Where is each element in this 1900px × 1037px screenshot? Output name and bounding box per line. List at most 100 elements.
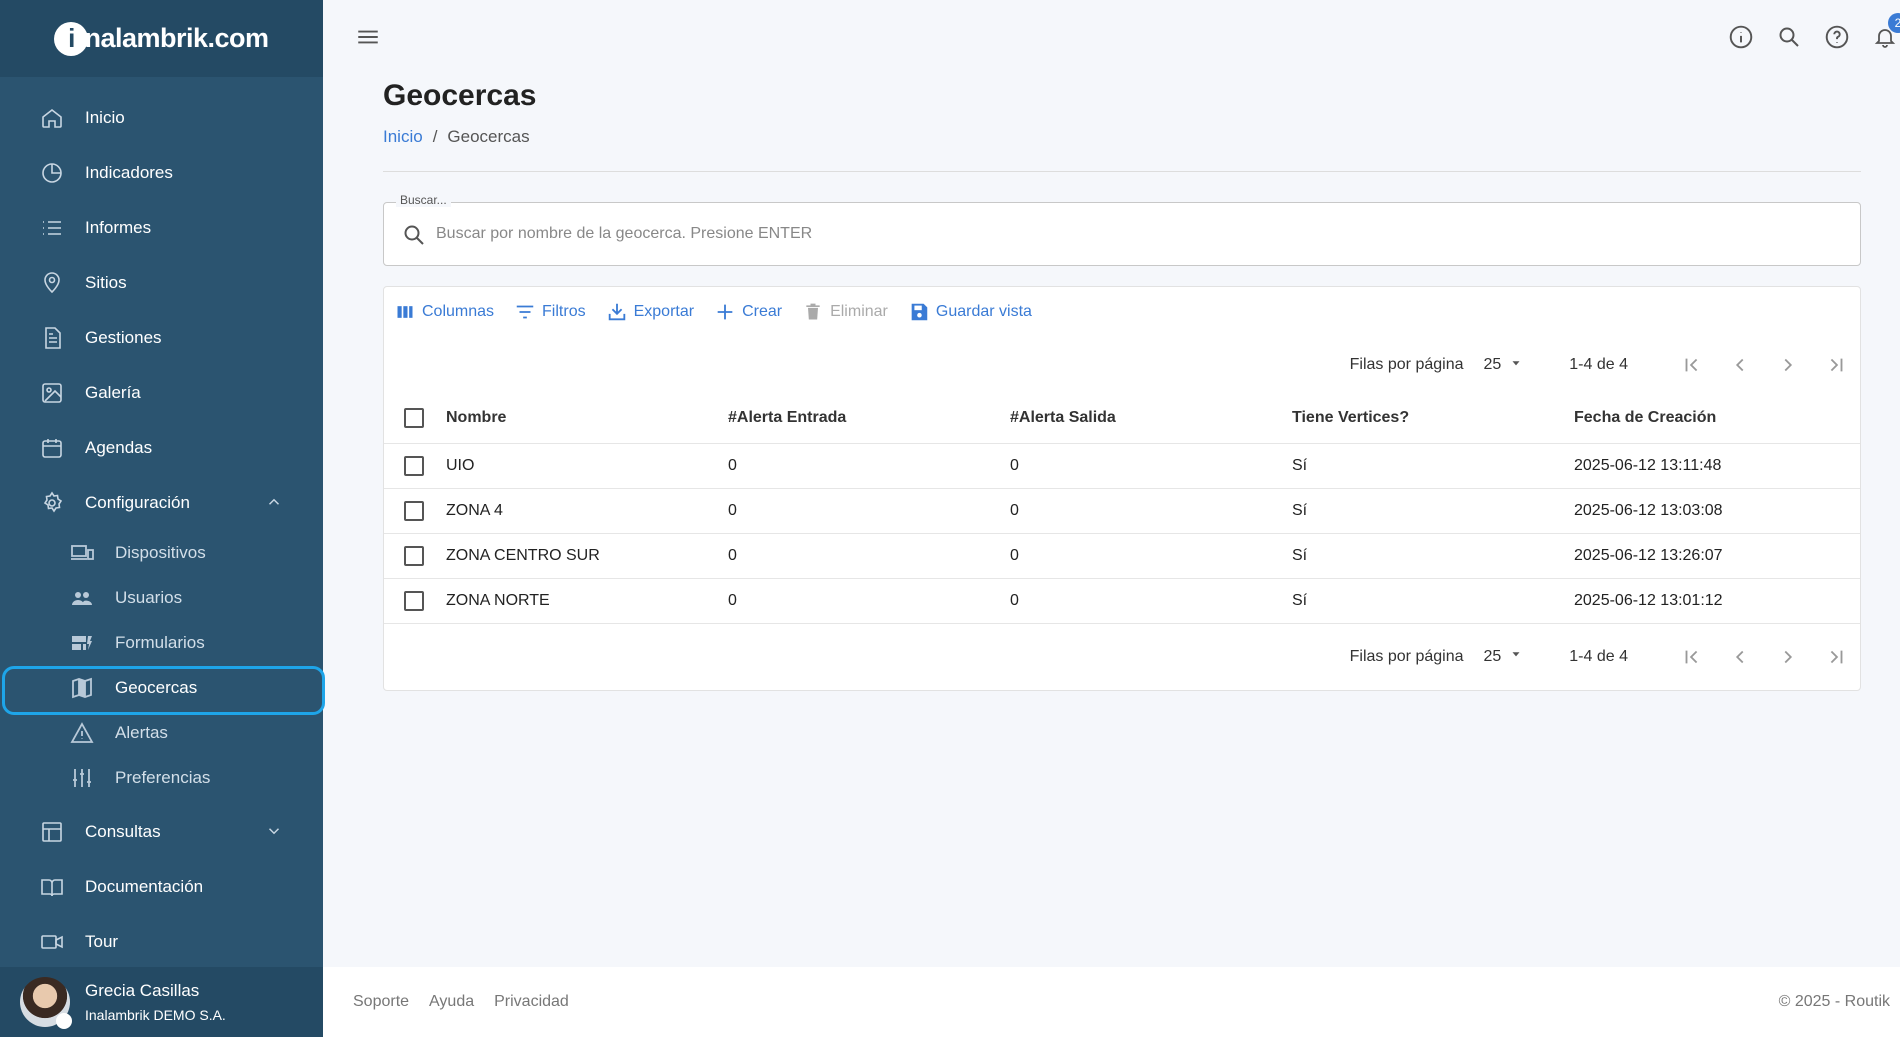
user-profile[interactable]: Grecia Casillas Inalambrik DEMO S.A. — [0, 967, 323, 1037]
sidebar-item-gestiones[interactable]: Gestiones — [0, 310, 323, 365]
last-page-icon[interactable] — [1822, 351, 1850, 379]
footer-link-privacidad[interactable]: Privacidad — [494, 993, 569, 1011]
download-icon — [606, 301, 628, 323]
rows-per-page-value: 25 — [1483, 356, 1502, 373]
cell-name: UIO — [446, 443, 728, 489]
column-header-alert-out[interactable]: #Alerta Salida — [1010, 393, 1292, 444]
table-row[interactable]: UIO 0 0 Sí 2025-06-12 13:11:48 — [384, 443, 1860, 489]
gear-icon — [40, 491, 64, 515]
sidebar-item-galeria[interactable]: Galería — [0, 365, 323, 420]
dropdown-arrow-icon — [1509, 356, 1523, 375]
sidebar-item-agendas[interactable]: Agendas — [0, 420, 323, 475]
sidebar-item-label: Sitios — [85, 272, 127, 292]
column-header-alert-in[interactable]: #Alerta Entrada — [728, 393, 1010, 444]
breadcrumb-current: Geocercas — [447, 127, 530, 146]
columns-button-label: Columnas — [422, 303, 495, 320]
geofence-table: Nombre #Alerta Entrada #Alerta Salida Ti… — [384, 393, 1860, 624]
row-checkbox[interactable] — [404, 590, 424, 611]
sidebar-subitem-preferencias[interactable]: Preferencias — [0, 755, 323, 800]
cell-created: 2025-06-12 13:26:07 — [1574, 533, 1860, 579]
sidebar-subitem-alertas[interactable]: Alertas — [0, 710, 323, 755]
previous-page-icon[interactable] — [1726, 643, 1754, 671]
first-page-icon[interactable] — [1678, 351, 1706, 379]
user-name: Grecia Casillas — [85, 981, 200, 1000]
columns-button[interactable]: Columnas — [390, 297, 498, 327]
row-checkbox[interactable] — [404, 500, 424, 521]
column-header-vertices[interactable]: Tiene Vertices? — [1292, 393, 1574, 444]
avatar — [20, 977, 72, 1029]
chevron-down-icon — [265, 822, 283, 840]
cell-vertices: Sí — [1292, 533, 1574, 579]
hamburger-menu-icon[interactable] — [355, 24, 383, 50]
people-icon — [70, 586, 94, 610]
pie-chart-icon — [40, 161, 64, 185]
sidebar-item-configuracion[interactable]: Configuración — [0, 475, 323, 530]
breadcrumb-separator: / — [432, 127, 438, 146]
logo-i-mark: i — [54, 21, 89, 56]
delete-button[interactable]: Eliminar — [798, 297, 892, 327]
save-view-button-label: Guardar vista — [935, 303, 1032, 320]
search-icon[interactable] — [1774, 22, 1804, 52]
image-icon — [40, 381, 64, 405]
next-page-icon[interactable] — [1774, 351, 1802, 379]
select-all-checkbox[interactable] — [404, 407, 424, 428]
footer-link-ayuda[interactable]: Ayuda — [429, 993, 474, 1011]
footer: Soporte Ayuda Privacidad © 2025 - Routik — [323, 967, 1900, 1037]
sidebar-subitem-usuarios[interactable]: Usuarios — [0, 575, 323, 620]
dropdown-arrow-icon — [1509, 647, 1523, 666]
select-all-cell — [384, 393, 446, 444]
cell-alert-out: 0 — [1010, 533, 1292, 579]
footer-copyright: © 2025 - Routik — [1778, 993, 1890, 1010]
row-checkbox[interactable] — [404, 545, 424, 566]
rows-per-page-select[interactable]: 25 — [1483, 356, 1523, 375]
cell-alert-out: 0 — [1010, 443, 1292, 489]
sidebar-item-label: Tour — [85, 931, 119, 951]
sidebar-subitem-formularios[interactable]: Formularios — [0, 620, 323, 665]
sidebar-item-tour[interactable]: Tour — [0, 914, 323, 969]
sidebar-subitem-label: Geocercas — [115, 677, 198, 697]
sidebar-item-inicio[interactable]: Inicio — [0, 90, 323, 145]
filter-icon — [514, 301, 536, 323]
table-row[interactable]: ZONA 4 0 0 Sí 2025-06-12 13:03:08 — [384, 488, 1860, 534]
sidebar-item-sitios[interactable]: Sitios — [0, 255, 323, 310]
sidebar-item-documentacion[interactable]: Documentación — [0, 859, 323, 914]
sidebar-subitem-label: Dispositivos — [115, 542, 206, 562]
rows-per-page-value: 25 — [1483, 647, 1502, 665]
search-input[interactable] — [436, 203, 1836, 265]
sidebar-subitem-dispositivos[interactable]: Dispositivos — [0, 530, 323, 575]
column-header-name[interactable]: Nombre — [446, 393, 728, 444]
export-button[interactable]: Exportar — [602, 297, 698, 327]
cell-name: ZONA 4 — [446, 488, 728, 534]
notification-bell-icon[interactable]: 2 — [1870, 13, 1900, 52]
table-row[interactable]: ZONA NORTE 0 0 Sí 2025-06-12 13:01:12 — [384, 578, 1860, 624]
rows-per-page-label: Filas por página — [1349, 356, 1464, 373]
sidebar-item-informes[interactable]: Informes — [0, 200, 323, 255]
table-row[interactable]: ZONA CENTRO SUR 0 0 Sí 2025-06-12 13:26:… — [384, 533, 1860, 579]
column-header-created[interactable]: Fecha de Creación — [1574, 393, 1860, 444]
brand-logo[interactable]: i nalambrik.com — [54, 21, 269, 56]
rows-per-page-select[interactable]: 25 — [1483, 647, 1523, 666]
filters-button-label: Filtros — [542, 303, 586, 320]
sidebar-item-consultas[interactable]: Consultas — [0, 804, 323, 859]
sidebar-subitem-geocercas[interactable]: Geocercas — [0, 665, 325, 715]
page-title: Geocercas — [383, 79, 537, 112]
breadcrumb-home-link[interactable]: Inicio — [383, 127, 423, 147]
sidebar: i nalambrik.com Inicio Indicadores Infor… — [0, 0, 325, 1037]
next-page-icon[interactable] — [1774, 643, 1802, 671]
info-icon[interactable] — [1726, 22, 1756, 52]
first-page-icon[interactable] — [1678, 643, 1706, 671]
filters-button[interactable]: Filtros — [510, 297, 590, 327]
main-content: Geocercas Inicio / Geocercas Buscar... C… — [383, 75, 1861, 691]
table-header-row: Nombre #Alerta Entrada #Alerta Salida Ti… — [384, 393, 1860, 444]
sidebar-subitem-label: Alertas — [115, 722, 168, 742]
row-checkbox[interactable] — [404, 455, 424, 476]
footer-link-soporte[interactable]: Soporte — [353, 993, 409, 1011]
calendar-icon — [40, 436, 64, 460]
last-page-icon[interactable] — [1822, 643, 1850, 671]
sidebar-item-indicadores[interactable]: Indicadores — [0, 145, 323, 200]
create-button[interactable]: Crear — [710, 297, 786, 327]
help-icon[interactable] — [1822, 22, 1852, 52]
save-view-button[interactable]: Guardar vista — [904, 297, 1036, 327]
previous-page-icon[interactable] — [1726, 351, 1754, 379]
cell-created: 2025-06-12 13:11:48 — [1574, 443, 1860, 489]
